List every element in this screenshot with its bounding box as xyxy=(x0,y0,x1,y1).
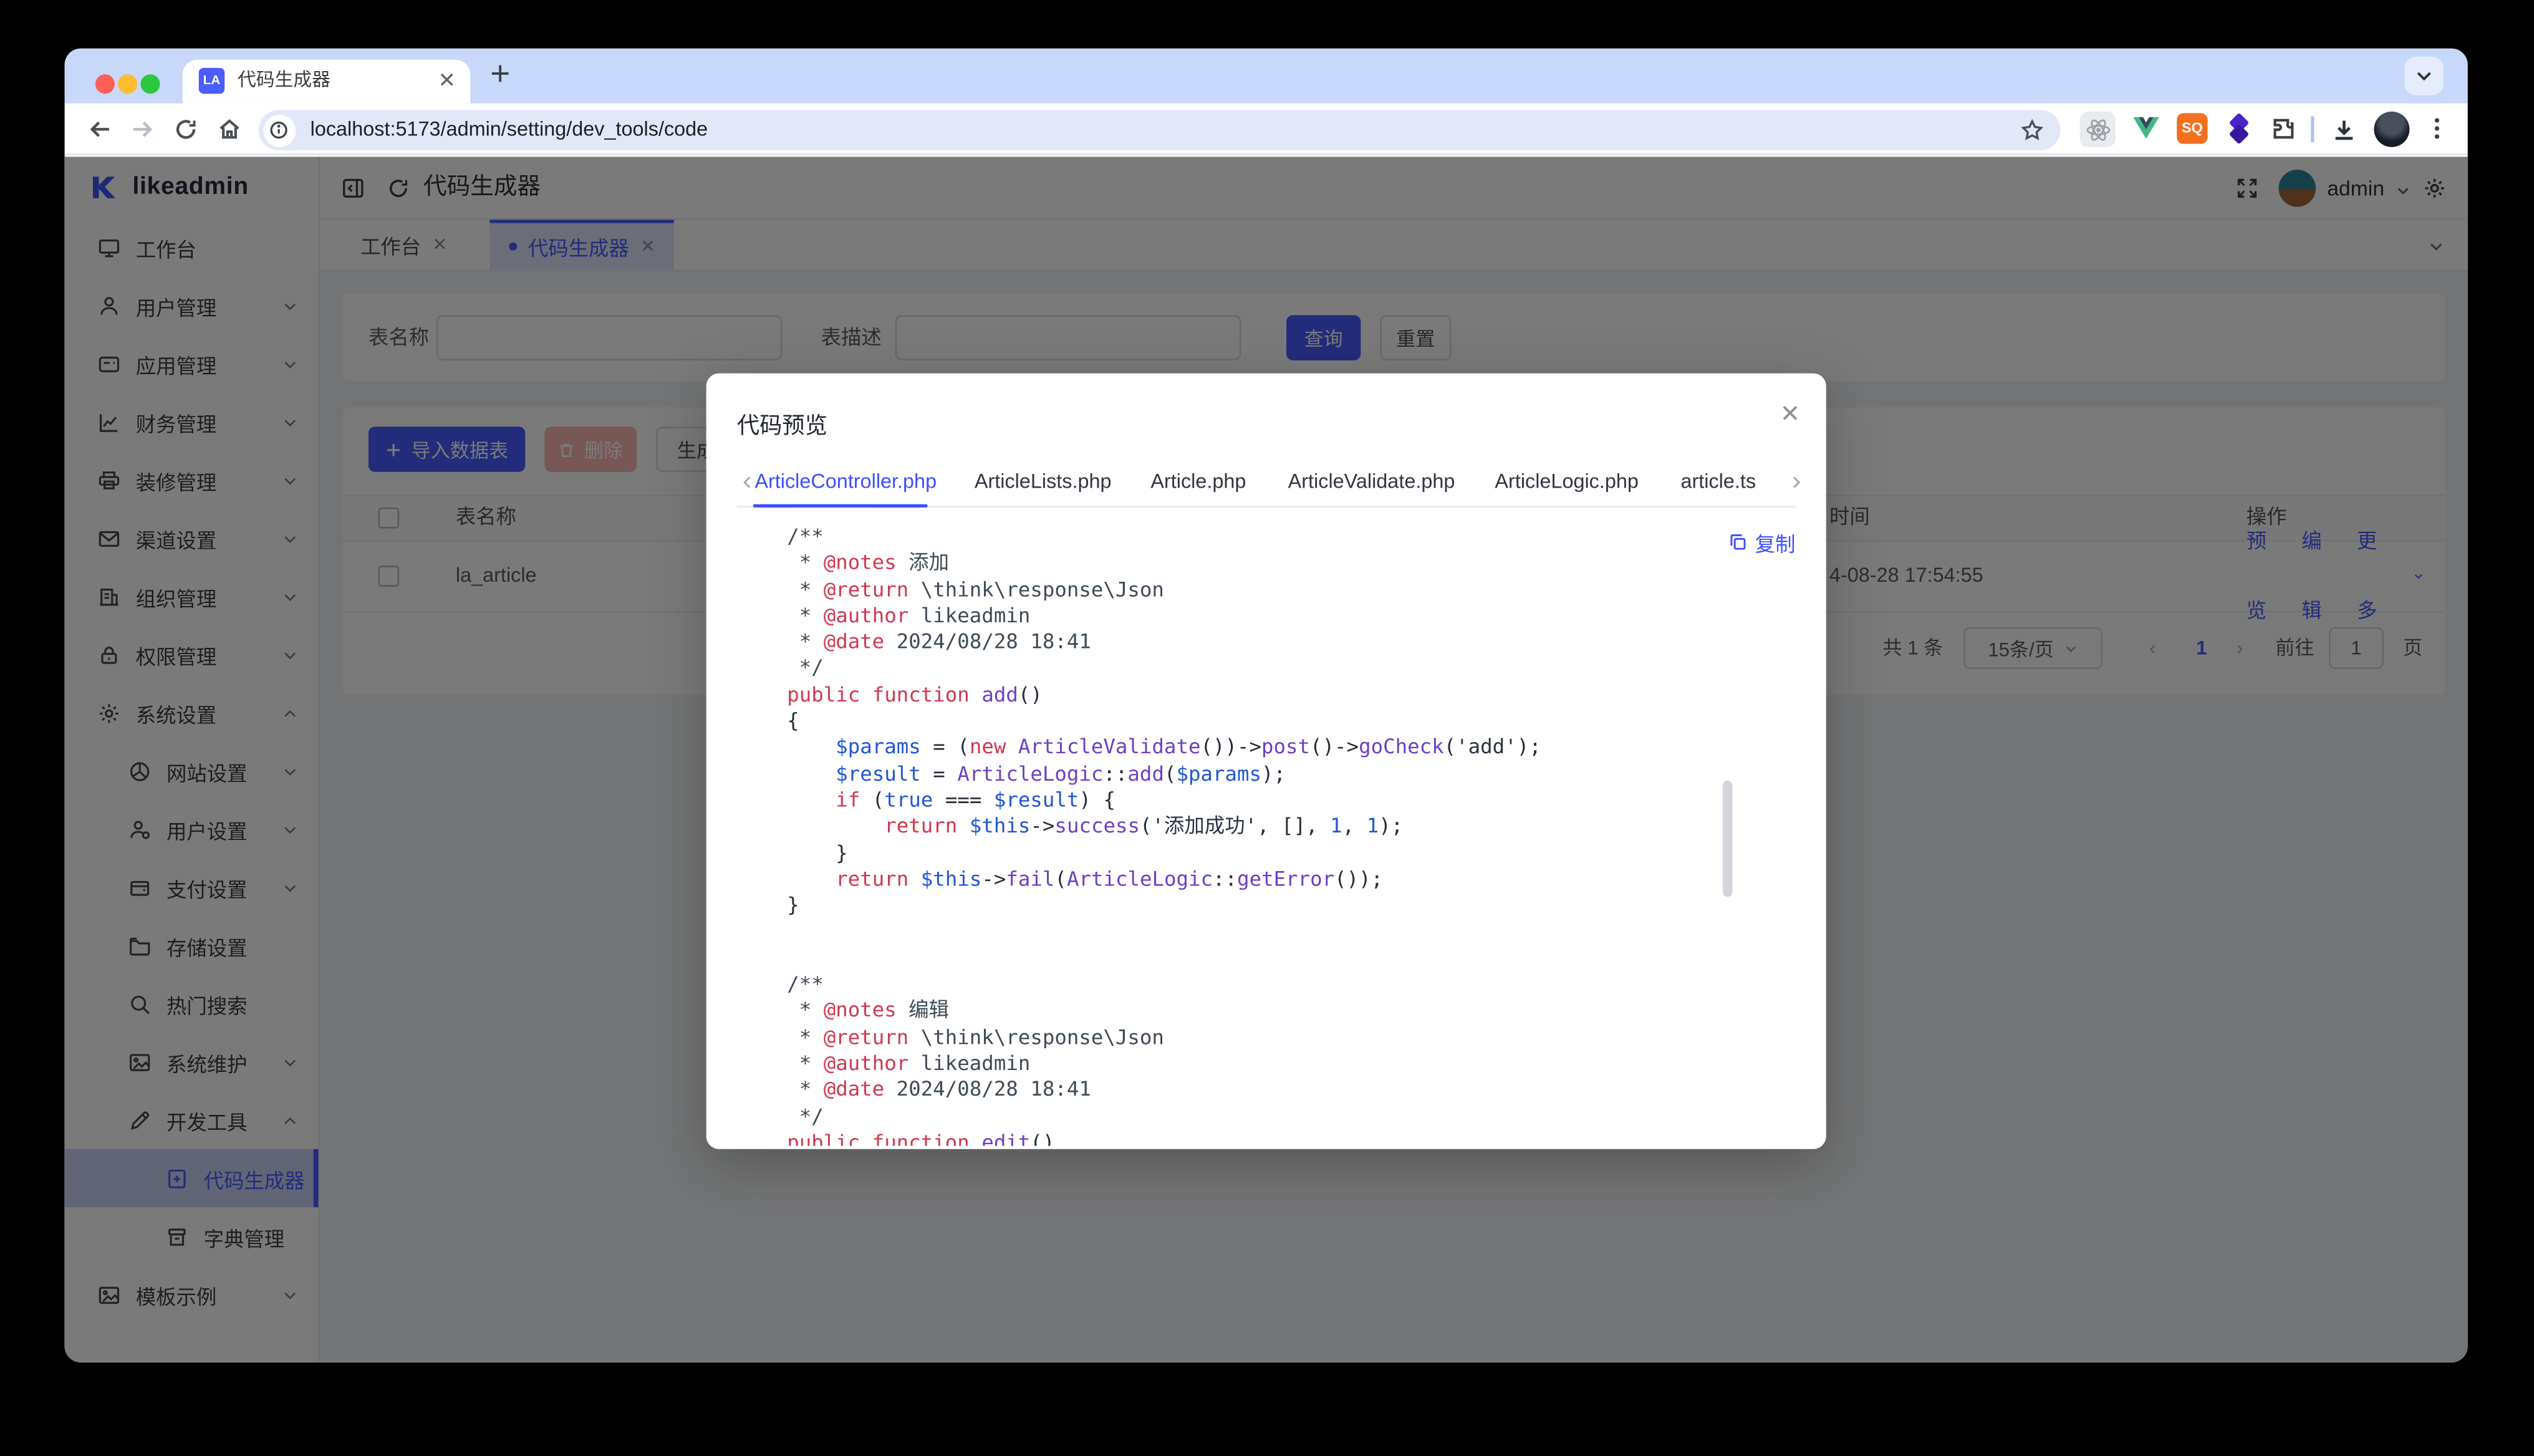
browser-window: LA 代码生成器 ✕ localhost:5173/admin/setting/… xyxy=(65,49,2468,1362)
code-line: /** xyxy=(787,524,1771,550)
code-line: return $this->fail(ArticleLogic::getErro… xyxy=(787,866,1771,892)
diamond-extension-icon[interactable] xyxy=(2223,113,2254,143)
code-line: * @author likeadmin xyxy=(787,602,1771,629)
modal-close-icon[interactable]: ✕ xyxy=(1780,399,1801,428)
react-devtools-extension-icon[interactable] xyxy=(2080,112,2116,147)
code-line: if (true === $result) { xyxy=(787,787,1771,813)
reload-icon[interactable] xyxy=(173,117,198,142)
code-line: * @return \think\response\Json xyxy=(787,576,1771,602)
modal-tab-Article.php[interactable]: Article.php xyxy=(1150,470,1246,493)
code-line xyxy=(787,918,1771,945)
modal-tab-ArticleValidate.php[interactable]: ArticleValidate.php xyxy=(1288,470,1455,493)
code-line: * @date 2024/08/28 18:41 xyxy=(787,1077,1771,1103)
home-icon[interactable] xyxy=(216,117,242,142)
traffic-close-button[interactable] xyxy=(95,74,115,94)
code-scroll-area[interactable]: /** * @notes 添加 * @return \think\respons… xyxy=(787,513,1771,1146)
code-line: */ xyxy=(787,655,1771,682)
url-text[interactable]: localhost:5173/admin/setting/dev_tools/c… xyxy=(311,110,708,150)
code-line: * @return \think\response\Json xyxy=(787,1024,1771,1050)
browser-tabstrip: LA 代码生成器 ✕ xyxy=(65,49,2468,104)
code-line: */ xyxy=(787,1103,1771,1129)
browser-menu-dots-icon[interactable] xyxy=(2424,115,2450,142)
browser-tab[interactable]: LA 代码生成器 ✕ xyxy=(183,60,470,104)
modal-title: 代码预览 xyxy=(737,409,827,441)
code-line: * @author likeadmin xyxy=(787,1051,1771,1077)
site-info-icon[interactable] xyxy=(263,114,295,147)
modal-tab-article.ts[interactable]: article.ts xyxy=(1680,470,1756,493)
site-favicon: LA xyxy=(199,68,224,94)
code-block: /** * @notes 添加 * @return \think\respons… xyxy=(787,513,1771,1146)
tab-close-icon[interactable]: ✕ xyxy=(438,60,456,102)
tabs-scroll-right-icon[interactable] xyxy=(1788,473,1806,491)
vue-devtools-extension-icon[interactable] xyxy=(2132,115,2161,140)
modal-file-tabs: ArticleController.php ArticleLists.php Art… xyxy=(706,470,1826,506)
browser-tab-title: 代码生成器 xyxy=(238,60,330,104)
toolbar-separator xyxy=(2311,117,2313,142)
code-line: /** xyxy=(787,971,1771,998)
traffic-minimize-button[interactable] xyxy=(118,74,137,94)
active-tab-indicator xyxy=(753,503,928,507)
code-line xyxy=(787,945,1771,971)
code-line: * @date 2024/08/28 18:41 xyxy=(787,629,1771,655)
code-line: public function edit() xyxy=(787,1129,1771,1145)
forward-icon[interactable] xyxy=(129,117,155,142)
code-line: $params = (new ArticleValidate())->post(… xyxy=(787,735,1771,761)
code-line: $result = ArticleLogic::add($params); xyxy=(787,761,1771,787)
app-viewport: likeadmin 工作台用户管理应用管理财务管理装修管理渠道设置组织管理权限管… xyxy=(65,157,2468,1362)
extensions-puzzle-icon[interactable] xyxy=(2269,115,2296,142)
code-line: { xyxy=(787,708,1771,734)
modal-tab-ArticleLists.php[interactable]: ArticleLists.php xyxy=(975,470,1112,493)
code-line: public function add() xyxy=(787,682,1771,708)
traffic-zoom-button[interactable] xyxy=(140,74,160,94)
code-line: } xyxy=(787,892,1771,918)
code-preview-modal: 代码预览 ✕ ArticleController.php ArticleLists… xyxy=(706,374,1826,1149)
code-scrollbar-thumb[interactable] xyxy=(1723,781,1733,897)
copy-icon xyxy=(1728,532,1749,553)
code-line: } xyxy=(787,840,1771,866)
new-tab-button[interactable] xyxy=(488,61,513,85)
tab-search-button[interactable] xyxy=(2405,57,2444,95)
browser-toolbar: localhost:5173/admin/setting/dev_tools/c… xyxy=(65,104,2468,155)
browser-profile-avatar[interactable] xyxy=(2374,112,2409,147)
download-icon[interactable] xyxy=(2330,117,2358,144)
address-bar[interactable]: localhost:5173/admin/setting/dev_tools/c… xyxy=(259,110,2061,150)
code-line: * @notes 添加 xyxy=(787,550,1771,576)
modal-tab-ArticleController.php[interactable]: ArticleController.php xyxy=(754,470,937,493)
code-line: * @notes 编辑 xyxy=(787,998,1771,1024)
bookmark-star-icon[interactable] xyxy=(2020,118,2045,142)
back-icon[interactable] xyxy=(87,117,113,142)
copy-code-button[interactable]: 复制 xyxy=(1728,527,1796,557)
modal-tab-ArticleLogic.php[interactable]: ArticleLogic.php xyxy=(1495,470,1639,493)
code-line: return $this->success('添加成功', [], 1, 1); xyxy=(787,813,1771,839)
sqlmap-extension-icon[interactable]: SQ xyxy=(2177,113,2207,143)
screenshot-stage: LA 代码生成器 ✕ localhost:5173/admin/setting/… xyxy=(0,0,2534,1456)
